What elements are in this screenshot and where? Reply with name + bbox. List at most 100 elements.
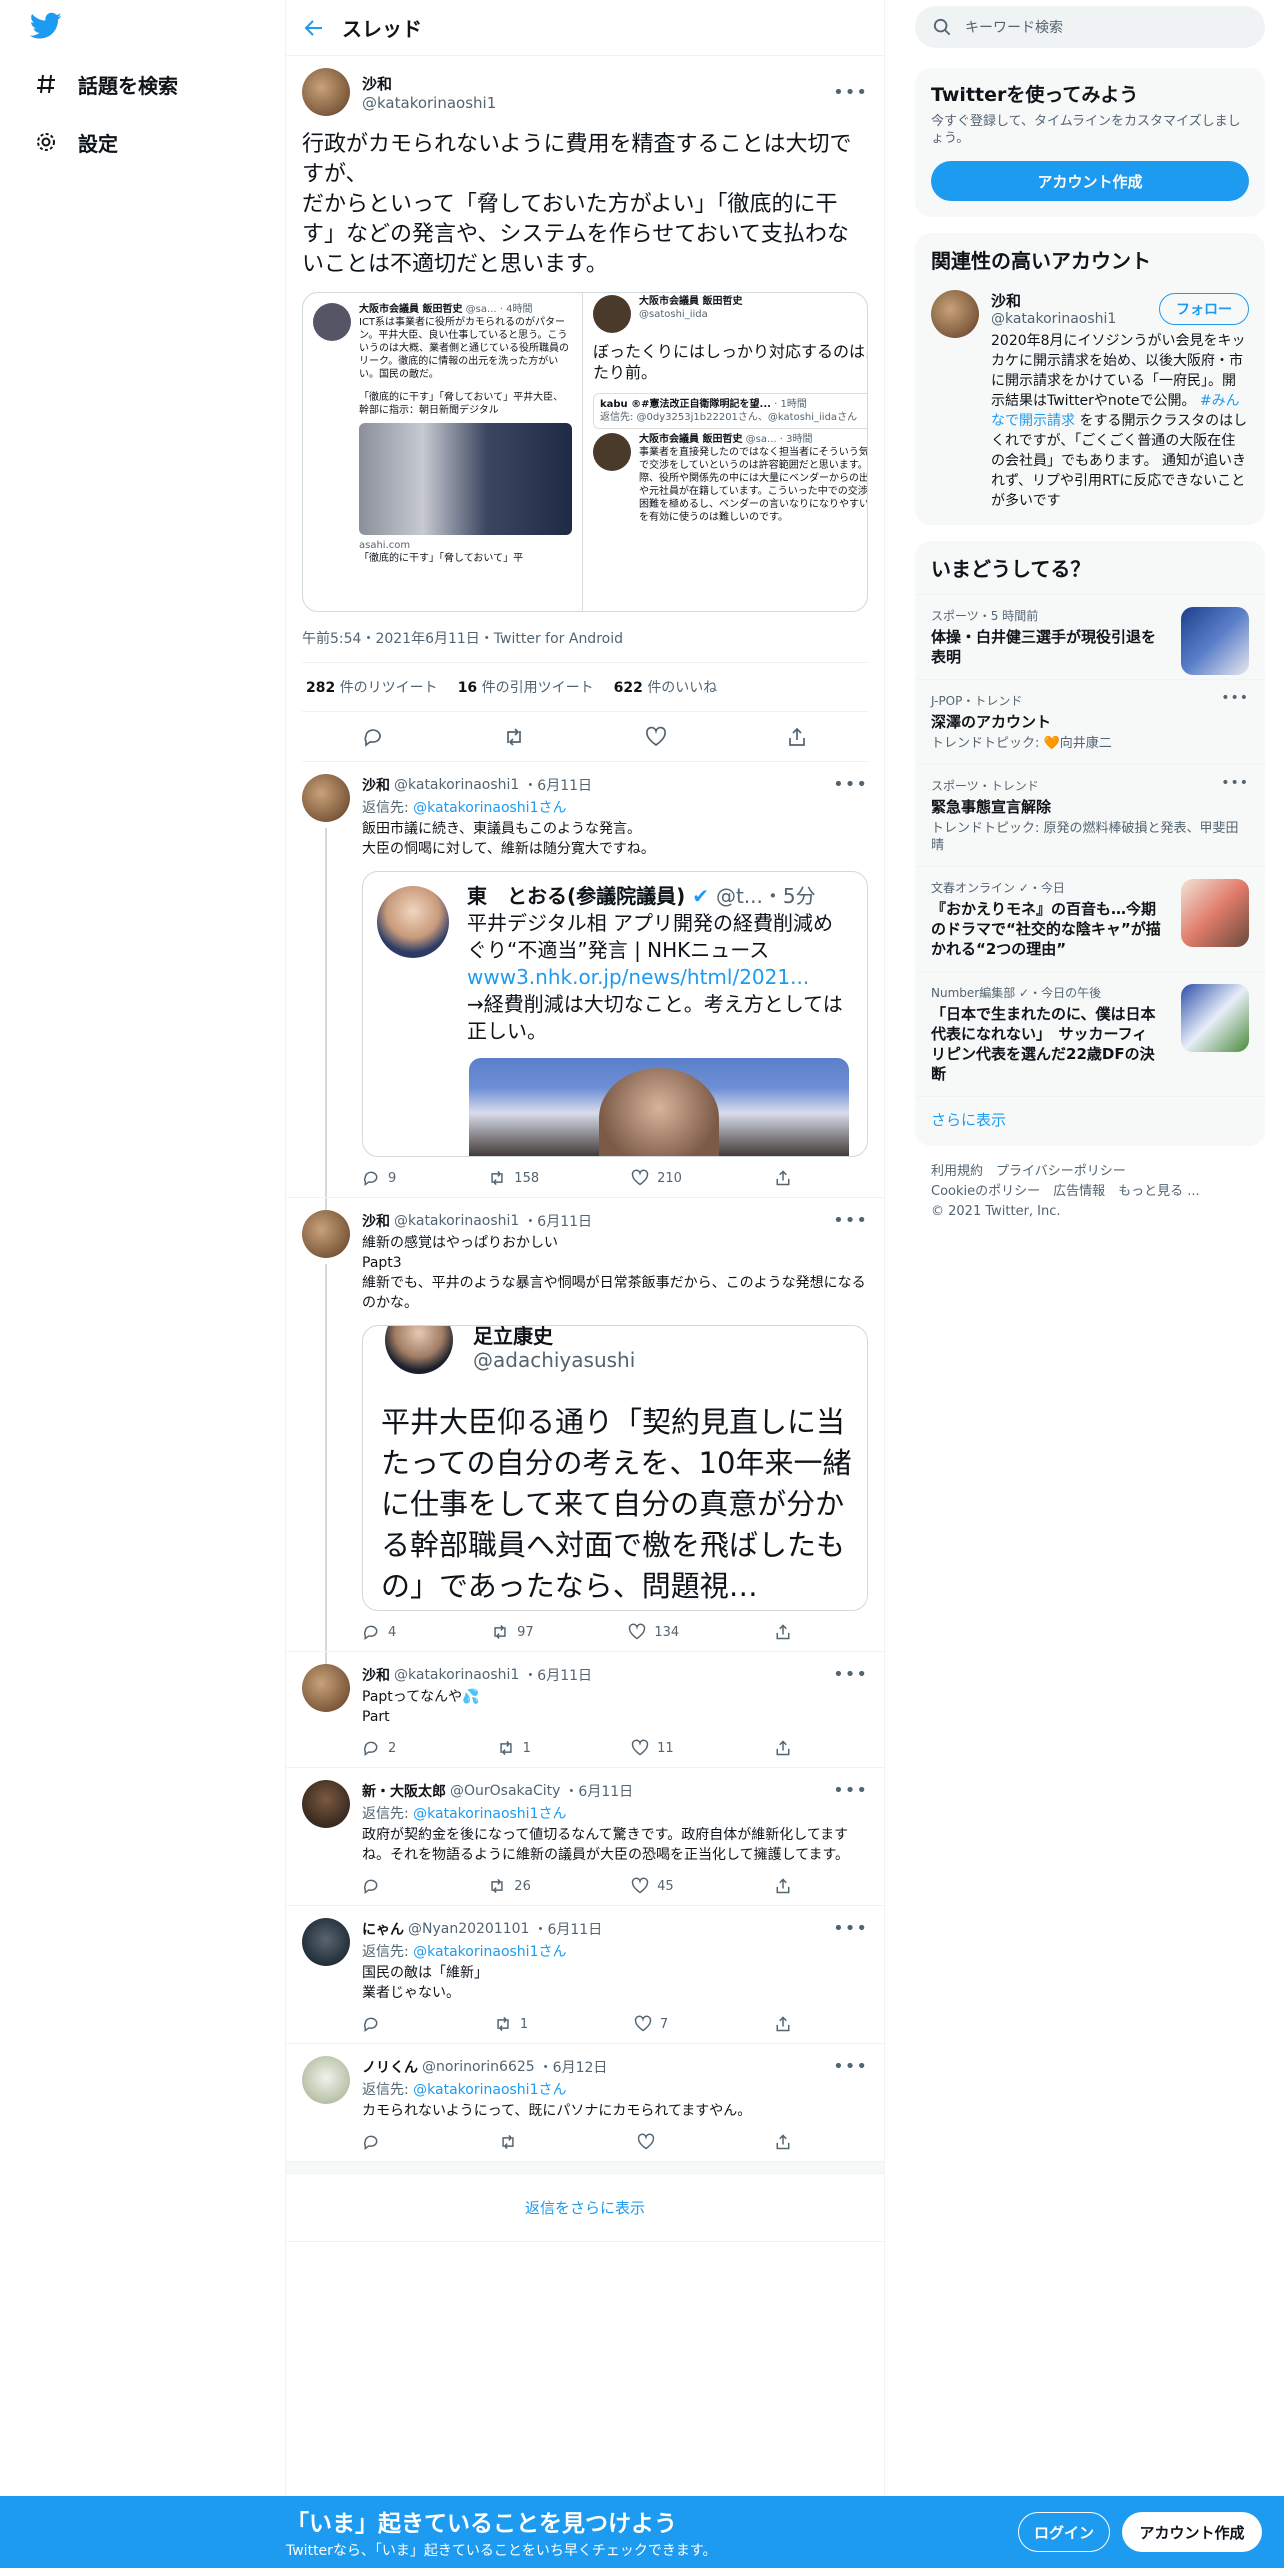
reply-icon[interactable]	[362, 2133, 388, 2151]
signup-button[interactable]: アカウント作成	[1122, 2512, 1262, 2552]
trend-item[interactable]: スポーツ・トレンド 緊急事態宣言解除 トレンドトピック: 原発の燃料棒破損と発表…	[915, 764, 1265, 866]
nav-explore[interactable]: 話題を検索	[34, 64, 178, 104]
trend-item[interactable]: スポーツ・5 時間前 体操・白井健三選手が現役引退を表明	[915, 594, 1265, 679]
tweet-image[interactable]: 大阪市会議員 飯田哲史 @sa... · 4時間 ICT系は事業者に役所がカモら…	[302, 292, 868, 612]
reply-handle[interactable]: @norinorin6625	[422, 2059, 535, 2075]
reply-name[interactable]: ノリくん	[362, 2057, 418, 2077]
more-icon[interactable]: •••	[833, 1780, 868, 1801]
heart-icon[interactable]: 45	[631, 1877, 674, 1895]
reply-handle[interactable]: @katakorinaoshi1	[394, 1667, 519, 1683]
avatar[interactable]	[931, 290, 979, 338]
trend-item[interactable]: Number編集部 ✓・今日の午後 「日本で生まれたのに、僕は日本代表になれない…	[915, 971, 1265, 1096]
trend-item[interactable]: 文春オンライン ✓・今日 『おかえりモネ』の百音も…今期のドラマで“社交的な陰キ…	[915, 866, 1265, 971]
share-icon[interactable]	[774, 1877, 792, 1895]
retweet-icon[interactable]: 158	[488, 1169, 539, 1187]
reply-time[interactable]: ・6月12日	[539, 2057, 608, 2077]
more-icon[interactable]: •••	[833, 2056, 868, 2077]
login-button[interactable]: ログイン	[1018, 2512, 1110, 2552]
reply-time[interactable]: ・6月11日	[523, 775, 592, 795]
heart-icon[interactable]: 210	[631, 1169, 682, 1187]
like-count[interactable]: 622 件のいいね	[614, 677, 718, 697]
reply-time[interactable]: ・6月11日	[523, 1211, 592, 1231]
reply-icon[interactable]	[356, 720, 390, 754]
retweet-count[interactable]: 282 件のリツイート	[306, 677, 438, 697]
more-icon[interactable]: •••	[1221, 690, 1249, 706]
avatar[interactable]	[302, 1664, 350, 1712]
heart-icon[interactable]: 134	[628, 1623, 679, 1641]
share-icon[interactable]	[774, 1169, 792, 1187]
avatar[interactable]	[302, 2056, 350, 2104]
avatar[interactable]	[302, 1918, 350, 1966]
retweet-icon[interactable]	[497, 720, 531, 754]
author-handle[interactable]: @katakorinaoshi1	[362, 94, 496, 112]
more-icon[interactable]: •••	[833, 1664, 868, 1685]
reply-name[interactable]: にゃん	[362, 1919, 404, 1939]
follow-button[interactable]: フォロー	[1159, 292, 1249, 325]
heart-icon[interactable]: 7	[634, 2015, 668, 2033]
retweet-icon[interactable]: 97	[491, 1623, 534, 1641]
reply-handle[interactable]: @OurOsakaCity	[450, 1783, 560, 1799]
share-icon[interactable]	[774, 1739, 792, 1757]
reply-handle[interactable]: @Nyan20201101	[408, 1921, 529, 1937]
reply-tweet[interactable]: 沙和 @katakorinaoshi1 ・6月11日 ••• 返信先: @katako…	[286, 762, 884, 1198]
back-arrow-icon[interactable]	[286, 0, 342, 56]
avatar[interactable]	[302, 1210, 350, 1258]
heart-icon[interactable]	[639, 720, 673, 754]
related-name[interactable]: 沙和	[991, 290, 1116, 311]
reply-name[interactable]: 沙和	[362, 1211, 390, 1231]
trend-item[interactable]: J-POP・トレンド 深澤のアカウント トレンドトピック: 🧡向井康二 •••	[915, 679, 1265, 764]
create-account-button[interactable]: アカウント作成	[931, 161, 1249, 201]
reply-tweet[interactable]: 新・大阪太郎 @OurOsakaCity ・6月11日 ••• 返信先: @katak…	[286, 1768, 884, 1906]
embed-link[interactable]: www3.nhk.or.jp/news/html/2021...	[467, 964, 847, 991]
quote-count[interactable]: 16 件の引用ツイート	[458, 677, 594, 697]
reply-time[interactable]: ・6月11日	[533, 1919, 602, 1939]
footer-line-2[interactable]: Cookieのポリシー 広告情報 もっと見る ...	[931, 1182, 1249, 1202]
avatar[interactable]	[302, 1780, 350, 1828]
more-icon[interactable]: •••	[833, 82, 868, 103]
retweet-icon[interactable]: 1	[497, 1739, 531, 1757]
reply-icon[interactable]: 9	[362, 1169, 396, 1187]
reply-tweet[interactable]: にゃん @Nyan20201101 ・6月11日 ••• 返信先: @katakori…	[286, 1906, 884, 2044]
reply-time[interactable]: ・6月11日	[523, 1665, 592, 1685]
embedded-image[interactable]: 東 とおる(参議院議員) ✔ @t...・5分 平井デジタル相 アプリ開発の経費…	[362, 871, 868, 1157]
share-icon[interactable]	[780, 720, 814, 754]
retweet-icon[interactable]: 26	[488, 1877, 531, 1895]
reply-name[interactable]: 沙和	[362, 775, 390, 795]
avatar[interactable]	[302, 68, 350, 116]
heart-icon[interactable]	[637, 2133, 663, 2151]
retweet-icon[interactable]	[499, 2133, 525, 2151]
show-more-replies-button[interactable]: 返信をさらに表示	[286, 2174, 884, 2242]
footer-line-1[interactable]: 利用規約 プライバシーポリシー	[931, 1162, 1249, 1182]
reply-handle[interactable]: @katakorinaoshi1	[394, 777, 519, 793]
reply-time[interactable]: ・6月11日	[564, 1781, 633, 1801]
reply-tweet[interactable]: 沙和 @katakorinaoshi1 ・6月11日 ••• 維新の感覚はやっぱりおか…	[286, 1198, 884, 1652]
retweet-icon[interactable]: 1	[494, 2015, 528, 2033]
embedded-image[interactable]: 足立康史 @adachiyasushi 平井大臣仰る通り「契約見直しに当たっての…	[362, 1325, 868, 1611]
reply-name[interactable]: 新・大阪太郎	[362, 1781, 446, 1801]
show-more-trends-link[interactable]: さらに表示	[915, 1096, 1265, 1146]
author-name[interactable]: 沙和	[362, 73, 496, 94]
nav-settings[interactable]: 設定	[34, 122, 118, 162]
reply-icon[interactable]: 2	[362, 1739, 396, 1757]
trends-panel: いまどうしてる？ スポーツ・5 時間前 体操・白井健三選手が現役引退を表明 J-…	[915, 541, 1265, 1146]
reply-icon[interactable]	[362, 1877, 388, 1895]
reply-handle[interactable]: @katakorinaoshi1	[394, 1213, 519, 1229]
reply-icon[interactable]	[362, 2015, 388, 2033]
twitter-logo-icon[interactable]	[30, 12, 62, 44]
reply-icon[interactable]: 4	[362, 1623, 396, 1641]
more-icon[interactable]: •••	[833, 774, 868, 795]
related-account[interactable]: 沙和 @katakorinaoshi1 フォロー 2020年8月にイソジンうがい…	[915, 286, 1265, 525]
reply-tweet[interactable]: ノリくん @norinorin6625 ・6月12日 ••• 返信先: @katako…	[286, 2044, 884, 2162]
reply-name[interactable]: 沙和	[362, 1665, 390, 1685]
more-icon[interactable]: •••	[833, 1918, 868, 1939]
avatar[interactable]	[302, 774, 350, 822]
share-icon[interactable]	[774, 2133, 792, 2151]
reply-tweet[interactable]: 沙和 @katakorinaoshi1 ・6月11日 ••• Paptってなんや💦 P…	[286, 1652, 884, 1768]
related-handle[interactable]: @katakorinaoshi1	[991, 311, 1116, 327]
search-input[interactable]: キーワード検索	[915, 6, 1265, 48]
more-icon[interactable]: •••	[1221, 775, 1249, 791]
more-icon[interactable]: •••	[833, 1210, 868, 1231]
share-icon[interactable]	[774, 2015, 792, 2033]
share-icon[interactable]	[774, 1623, 792, 1641]
heart-icon[interactable]: 11	[631, 1739, 674, 1757]
